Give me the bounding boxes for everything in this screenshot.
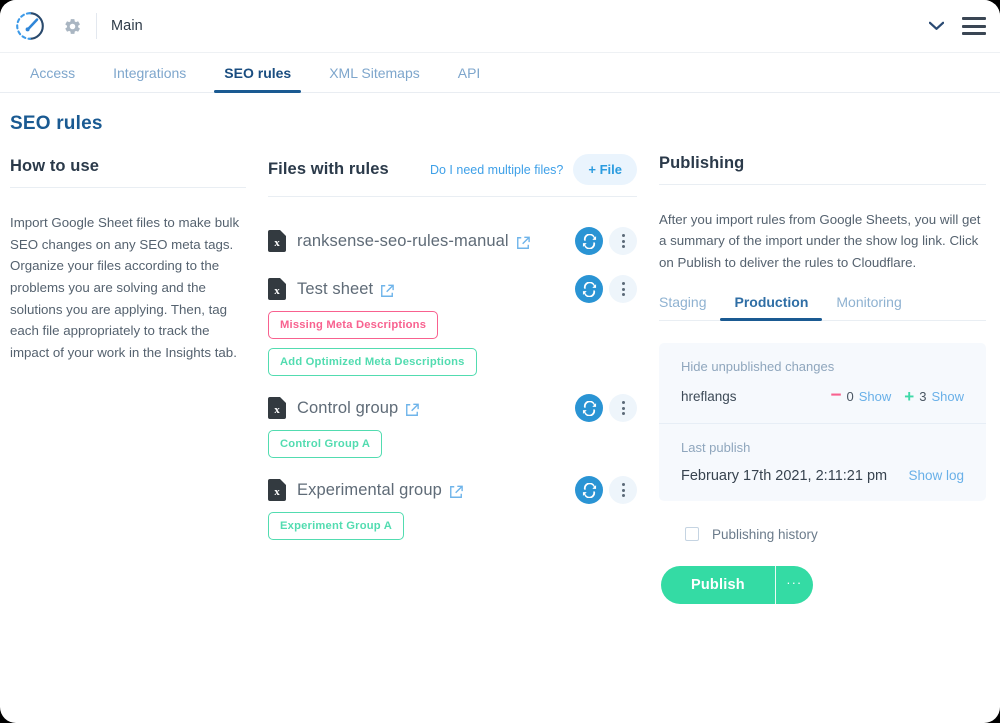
file-row[interactable]: x ranksense-seo-rules-manual [268,221,637,261]
how-to-use-panel: SEO rules How to use Import Google Sheet… [10,113,260,604]
sync-refresh-icon[interactable] [575,394,603,422]
right-title-spacer [659,113,986,154]
excel-file-icon: x [268,278,286,300]
tab-integrations[interactable]: Integrations [99,65,200,92]
file-tag[interactable]: Add Optimized Meta Descriptions [268,348,477,376]
page-title: SEO rules [10,113,103,134]
change-row-key: hreflangs [681,388,737,404]
breadcrumb-main: Main [111,18,143,34]
last-publish-label: Last publish [681,439,751,455]
publishing-history-row: Publishing history [685,527,986,542]
added-count: 3 [919,388,927,404]
file-name: Test sheet [297,279,374,298]
publishing-title: Publishing [659,154,745,172]
file-actions [575,227,637,255]
sync-refresh-icon[interactable] [575,476,603,504]
app-window: Main Access Integrations SEO rules XML S… [0,0,1000,723]
file-row[interactable]: x Control group [268,388,637,428]
external-link-icon[interactable] [516,236,530,250]
publishing-history-checkbox[interactable] [685,527,699,542]
multiple-files-help-link[interactable]: Do I need multiple files? [430,163,563,177]
last-publish-row: February 17th 2021, 2:11:21 pm Show log [681,468,964,484]
excel-file-icon: x [268,230,286,252]
content-columns: SEO rules How to use Import Google Sheet… [0,93,1000,604]
tag-row: Control Group A [268,430,637,458]
publish-more-options-button[interactable]: ··· [774,565,813,604]
minus-icon: − [830,384,842,406]
sync-refresh-icon[interactable] [575,227,603,255]
last-publish-date: February 17th 2021, 2:11:21 pm [681,467,888,484]
mid-title-spacer [268,113,637,154]
file-tag[interactable]: Experiment Group A [268,512,404,540]
file-more-options-icon[interactable] [609,275,637,303]
unpublished-changes-block: Hide unpublished changes hreflangs − 0 S… [659,343,986,423]
chevron-down-icon[interactable] [929,21,944,31]
file-actions [575,394,637,422]
hamburger-menu-icon[interactable] [962,17,986,35]
files-title: Files with rules [268,160,389,178]
tab-staging[interactable]: Staging [659,294,720,320]
external-link-icon[interactable] [449,485,463,499]
file-more-options-icon[interactable] [609,476,637,504]
tab-monitoring[interactable]: Monitoring [822,294,915,320]
gear-icon[interactable] [56,10,88,42]
main-tabbar: Access Integrations SEO rules XML Sitema… [0,53,1000,93]
file-name: ranksense-seo-rules-manual [297,231,509,250]
tag-row: Missing Meta Descriptions Add Optimized … [268,311,637,376]
file-actions [575,476,637,504]
publishing-header: Publishing [659,154,986,185]
external-link-icon[interactable] [405,403,420,417]
tag-row: Experiment Group A [268,512,637,540]
publishing-description: After you import rules from Google Sheet… [659,212,981,270]
publish-button-group: Publish ··· [661,565,986,604]
added-show-link[interactable]: Show [931,389,964,404]
files-with-rules-panel: Files with rules Do I need multiple file… [260,113,645,604]
publishing-history-label[interactable]: Publishing history [712,527,818,542]
how-to-use-title: How to use [10,157,100,175]
add-file-button[interactable]: + File [573,154,637,185]
file-tag[interactable]: Control Group A [268,430,383,458]
speedometer-logo-icon[interactable] [12,8,48,44]
file-tag[interactable]: Missing Meta Descriptions [268,311,439,339]
file-more-options-icon[interactable] [609,394,637,422]
file-actions [575,275,637,303]
plus-icon: + [904,386,915,406]
external-link-icon[interactable] [380,284,395,298]
how-to-use-body: Import Google Sheet files to make bulk S… [10,215,240,361]
publishing-subtabs: Staging Production Monitoring [659,294,986,321]
how-to-use-header: How to use [10,157,246,188]
tab-xml-sitemaps[interactable]: XML Sitemaps [315,65,434,92]
tab-api[interactable]: API [444,65,495,92]
sync-refresh-icon[interactable] [575,275,603,303]
hide-unpublished-changes-toggle[interactable]: Hide unpublished changes [681,359,964,374]
file-name: Experimental group [297,480,442,499]
app-header: Main [0,0,1000,53]
file-more-options-icon[interactable] [609,227,637,255]
file-row[interactable]: x Test sheet [268,269,637,309]
removed-show-link[interactable]: Show [859,389,892,404]
change-row: hreflangs − 0 Show + 3 Show [681,384,964,406]
tab-production[interactable]: Production [720,294,823,321]
publishing-card: Hide unpublished changes hreflangs − 0 S… [659,342,986,501]
header-divider [96,13,97,39]
show-log-link[interactable]: Show log [908,468,964,483]
file-row[interactable]: x Experimental group [268,470,637,510]
files-header: Files with rules Do I need multiple file… [268,154,637,197]
tab-access[interactable]: Access [16,65,89,92]
excel-file-icon: x [268,397,286,419]
publishing-panel: Publishing After you import rules from G… [645,113,990,604]
last-publish-block: Last publish February 17th 2021, 2:11:21… [659,422,986,501]
file-name: Control group [297,398,399,417]
tab-seo-rules[interactable]: SEO rules [210,65,305,93]
removed-count: 0 [846,388,854,404]
change-row-stats: − 0 Show + 3 Show [830,384,964,406]
excel-file-icon: x [268,479,286,501]
publish-button[interactable]: Publish [661,565,775,604]
